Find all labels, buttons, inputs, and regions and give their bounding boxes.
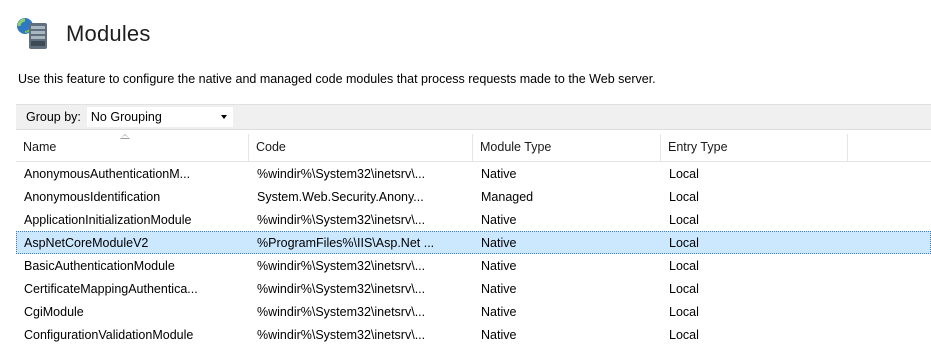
cell-entry-type: Local [669,304,699,319]
cell-name: AspNetCoreModuleV2 [24,235,149,250]
table-row[interactable]: ApplicationInitializationModule %windir%… [16,208,931,231]
column-header-label: Code [256,140,286,154]
modules-icon [16,17,50,51]
cell-entry-type: Local [669,189,699,204]
modules-table: Name Code Module Type Entry Type Anonymo… [16,134,931,346]
cell-code: %windir%\System32\inetsrv\... [257,281,426,296]
table-row[interactable]: AnonymousAuthenticationM... %windir%\Sys… [16,162,931,185]
page-title: Modules [66,21,151,46]
table-row[interactable]: BasicAuthenticationModule %windir%\Syste… [16,254,931,277]
cell-entry-type: Local [669,166,699,181]
cell-name: BasicAuthenticationModule [24,258,175,273]
cell-module-type: Native [481,327,517,342]
column-header-label: Name [23,140,57,154]
cell-code: %windir%\System32\inetsrv\... [257,166,426,181]
cell-code: %ProgramFiles%\IIS\Asp.Net ... [257,235,435,250]
cell-name: ApplicationInitializationModule [24,212,192,227]
table-row[interactable]: CgiModule %windir%\System32\inetsrv\... … [16,300,931,323]
column-header-module-type[interactable]: Module Type [473,134,661,161]
cell-name: AnonymousAuthenticationM... [24,166,191,181]
cell-entry-type: Local [669,258,699,273]
column-header-label: Module Type [480,140,552,154]
cell-code: %windir%\System32\inetsrv\... [257,327,426,342]
table-header: Name Code Module Type Entry Type [16,134,931,162]
cell-name: ConfigurationValidationModule [24,327,194,342]
cell-module-type: Native [481,235,517,250]
cell-entry-type: Local [669,235,699,250]
cell-module-type: Native [481,281,517,296]
page-description: Use this feature to configure the native… [18,72,656,86]
cell-entry-type: Local [669,327,699,342]
cell-code: %windir%\System32\inetsrv\... [257,304,426,319]
cell-name: AnonymousIdentification [24,189,161,204]
cell-module-type: Native [481,304,517,319]
group-by-label: Group by: [26,110,81,124]
table-row[interactable]: CertificateMappingAuthentica... %windir%… [16,277,931,300]
cell-code: System.Web.Security.Anony... [257,189,424,204]
table-row-selected[interactable]: AspNetCoreModuleV2 %ProgramFiles%\IIS\As… [16,231,931,254]
column-header-code[interactable]: Code [249,134,473,161]
cell-code: %windir%\System32\inetsrv\... [257,212,426,227]
cell-entry-type: Local [669,281,699,296]
cell-module-type: Native [481,212,517,227]
group-by-toolbar: Group by: No Grouping [16,104,931,130]
cell-code: %windir%\System32\inetsrv\... [257,258,426,273]
cell-name: CertificateMappingAuthentica... [24,281,198,296]
column-header-name[interactable]: Name [16,134,249,161]
sort-ascending-icon [120,134,130,139]
cell-name: CgiModule [24,304,84,319]
column-header-label: Entry Type [668,140,728,154]
cell-entry-type: Local [669,212,699,227]
table-row[interactable]: ConfigurationValidationModule %windir%\S… [16,323,931,346]
page-header: Modules [16,14,151,54]
chevron-down-icon [220,115,227,119]
table-row[interactable]: AnonymousIdentification System.Web.Secur… [16,185,931,208]
cell-module-type: Native [481,258,517,273]
cell-module-type: Managed [481,189,534,204]
group-by-dropdown[interactable]: No Grouping [86,107,233,127]
cell-module-type: Native [481,166,517,181]
column-header-entry-type[interactable]: Entry Type [661,134,848,161]
group-by-value: No Grouping [90,110,162,124]
